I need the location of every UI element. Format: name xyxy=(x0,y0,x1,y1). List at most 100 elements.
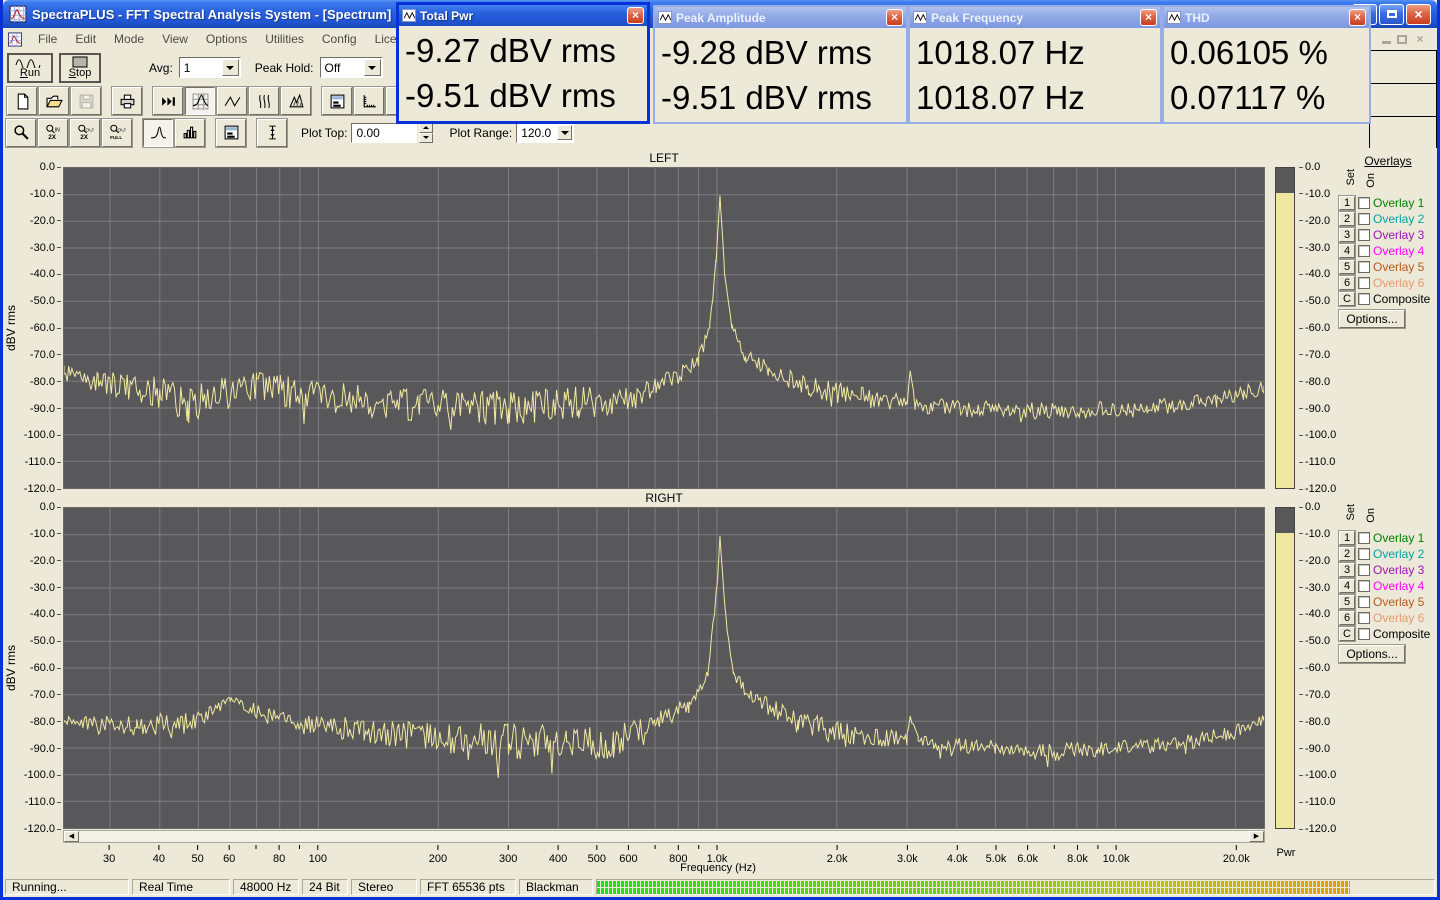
mdi-restore-icon[interactable] xyxy=(1397,35,1407,44)
zoom-button[interactable] xyxy=(6,119,36,147)
chevron-down-icon[interactable] xyxy=(557,125,572,140)
overlay-on-checkbox[interactable] xyxy=(1358,532,1370,544)
overlay-on-checkbox[interactable] xyxy=(1358,628,1370,640)
run-button[interactable]: Run xyxy=(7,53,53,83)
total-pwr-titlebar[interactable]: Total Pwr × xyxy=(399,5,647,26)
spectrogram-view-button[interactable] xyxy=(249,87,279,115)
overlay-set-button-4[interactable]: 4 xyxy=(1339,244,1355,258)
chevron-down-icon[interactable] xyxy=(364,59,381,76)
menu-item-utilities[interactable]: Utilities xyxy=(256,30,313,48)
overlay-set-button-1[interactable]: 1 xyxy=(1339,196,1355,210)
scroll-left-icon[interactable]: ◀ xyxy=(64,831,79,842)
close-icon[interactable]: × xyxy=(627,7,644,24)
zoom-out-2x-button[interactable]: OUT2X xyxy=(70,119,100,147)
y-tick-label: -20.0 xyxy=(1299,555,1330,567)
thd-window[interactable]: THD × 0.06105 % 0.07117 % xyxy=(1162,5,1371,124)
print-icon xyxy=(119,93,136,110)
left-spectrum-plot[interactable] xyxy=(63,167,1265,489)
overlay-on-checkbox[interactable] xyxy=(1358,596,1370,608)
control-panel-button[interactable] xyxy=(322,87,352,115)
y-tick-label: -80.0 xyxy=(1299,716,1330,728)
fast-forward-button[interactable] xyxy=(153,87,183,115)
overlay-set-button-4[interactable]: 4 xyxy=(1339,579,1355,593)
new-file-button[interactable] xyxy=(7,87,37,115)
horizontal-scrollbar[interactable]: ◀ ▶ xyxy=(63,830,1265,843)
overlay-set-button-6[interactable]: 6 xyxy=(1339,276,1355,290)
bar-plot-button[interactable] xyxy=(175,119,205,147)
overlay-on-checkbox[interactable] xyxy=(1358,580,1370,592)
maximize-button[interactable] xyxy=(1379,4,1404,25)
overlay-on-checkbox[interactable] xyxy=(1358,548,1370,560)
overlay-on-checkbox[interactable] xyxy=(1358,245,1370,257)
chevron-down-icon[interactable] xyxy=(222,59,239,76)
peak-frequency-titlebar[interactable]: Peak Frequency × xyxy=(910,7,1160,28)
surface-view-button[interactable] xyxy=(281,87,311,115)
menu-item-config[interactable]: Config xyxy=(313,30,366,48)
overlay-set-button-2[interactable]: 2 xyxy=(1339,212,1355,226)
measurement-value: 1018.07 Hz xyxy=(916,75,1160,120)
zoom-in-2x-button[interactable]: IN2X xyxy=(38,119,68,147)
overlay-set-button-5[interactable]: 5 xyxy=(1339,595,1355,609)
svg-text:80: 80 xyxy=(273,853,285,865)
overlay-set-button-2[interactable]: 2 xyxy=(1339,547,1355,561)
marker-button[interactable] xyxy=(257,119,287,147)
y-tick-label: 0.0 xyxy=(1299,161,1320,173)
mdi-minimize-icon[interactable] xyxy=(1382,41,1391,44)
thd-titlebar[interactable]: THD × xyxy=(1164,7,1369,28)
right-spectrum-plot[interactable] xyxy=(63,507,1265,829)
close-icon[interactable]: × xyxy=(1349,9,1366,26)
overlay-set-button-3[interactable]: 3 xyxy=(1339,563,1355,577)
overlay-set-button-1[interactable]: 1 xyxy=(1339,531,1355,545)
save-button[interactable] xyxy=(71,87,101,115)
zoom-out-full-button[interactable]: OUTFULL xyxy=(102,119,132,147)
overlay-on-checkbox[interactable] xyxy=(1358,564,1370,576)
plot-range-combobox[interactable]: 120.0 xyxy=(516,123,574,143)
peak-amplitude-titlebar[interactable]: Peak Amplitude × xyxy=(655,7,906,28)
close-button[interactable]: × xyxy=(1406,4,1431,25)
overlay-on-checkbox[interactable] xyxy=(1358,213,1370,225)
menu-item-mode[interactable]: Mode xyxy=(105,30,153,48)
plot-top-spinner[interactable] xyxy=(419,123,433,143)
peak-hold-combobox[interactable]: Off xyxy=(320,57,383,78)
overlay-set-button-6[interactable]: 6 xyxy=(1339,611,1355,625)
overlay-on-checkbox[interactable] xyxy=(1358,612,1370,624)
total-pwr-window[interactable]: Total Pwr × -9.27 dBV rms -9.51 dBV rms xyxy=(396,2,650,124)
peak-amplitude-window[interactable]: Peak Amplitude × -9.28 dBV rms -9.51 dBV… xyxy=(653,5,908,124)
y-tick-label: 0.0 xyxy=(1299,501,1320,513)
stop-button[interactable]: Stop xyxy=(59,53,101,83)
panel-button[interactable] xyxy=(216,119,246,147)
scroll-right-icon[interactable]: ▶ xyxy=(1249,831,1264,842)
open-file-button[interactable] xyxy=(39,87,69,115)
line-plot-button[interactable] xyxy=(143,119,173,147)
peak-frequency-window[interactable]: Peak Frequency × 1018.07 Hz 1018.07 Hz xyxy=(908,5,1162,124)
waveform-view-button[interactable] xyxy=(217,87,247,115)
plot-top-input[interactable]: 0.00 xyxy=(351,123,417,143)
menu-item-options[interactable]: Options xyxy=(197,30,256,48)
overlay-on-checkbox[interactable] xyxy=(1358,293,1370,305)
overlay-set-button-5[interactable]: 5 xyxy=(1339,260,1355,274)
print-button[interactable] xyxy=(112,87,142,115)
close-icon[interactable]: × xyxy=(1140,9,1157,26)
overlay-on-checkbox[interactable] xyxy=(1358,261,1370,273)
mdi-close-icon[interactable]: × xyxy=(1413,33,1427,45)
avg-combobox[interactable]: 1 xyxy=(179,57,241,78)
close-icon[interactable]: × xyxy=(886,9,903,26)
overlay-set-button-3[interactable]: 3 xyxy=(1339,228,1355,242)
spectrum-view-button[interactable] xyxy=(185,87,215,115)
overlay-set-button-c[interactable]: C xyxy=(1339,292,1355,306)
ruler-button[interactable] xyxy=(354,87,384,115)
menu-item-file[interactable]: File xyxy=(29,30,66,48)
menu-item-view[interactable]: View xyxy=(153,30,197,48)
svg-text:8.0k: 8.0k xyxy=(1067,853,1088,865)
panel-icon xyxy=(223,124,240,141)
overlay-on-checkbox[interactable] xyxy=(1358,229,1370,241)
spectrum-workspace: LEFT dBV rms 0.0-10.0-20.0-30.0-40.0-50.… xyxy=(3,148,1437,877)
child-system-icon[interactable] xyxy=(7,32,23,47)
overlay-on-checkbox[interactable] xyxy=(1358,197,1370,209)
left-plot-y-axis: 0.0-10.0-20.0-30.0-40.0-50.0-60.0-70.0-8… xyxy=(17,167,61,489)
overlay-set-button-c[interactable]: C xyxy=(1339,627,1355,641)
overlay-options-button[interactable]: Options... xyxy=(1339,310,1405,328)
overlay-on-checkbox[interactable] xyxy=(1358,277,1370,289)
overlay-options-button[interactable]: Options... xyxy=(1339,645,1405,663)
menu-item-edit[interactable]: Edit xyxy=(66,30,105,48)
